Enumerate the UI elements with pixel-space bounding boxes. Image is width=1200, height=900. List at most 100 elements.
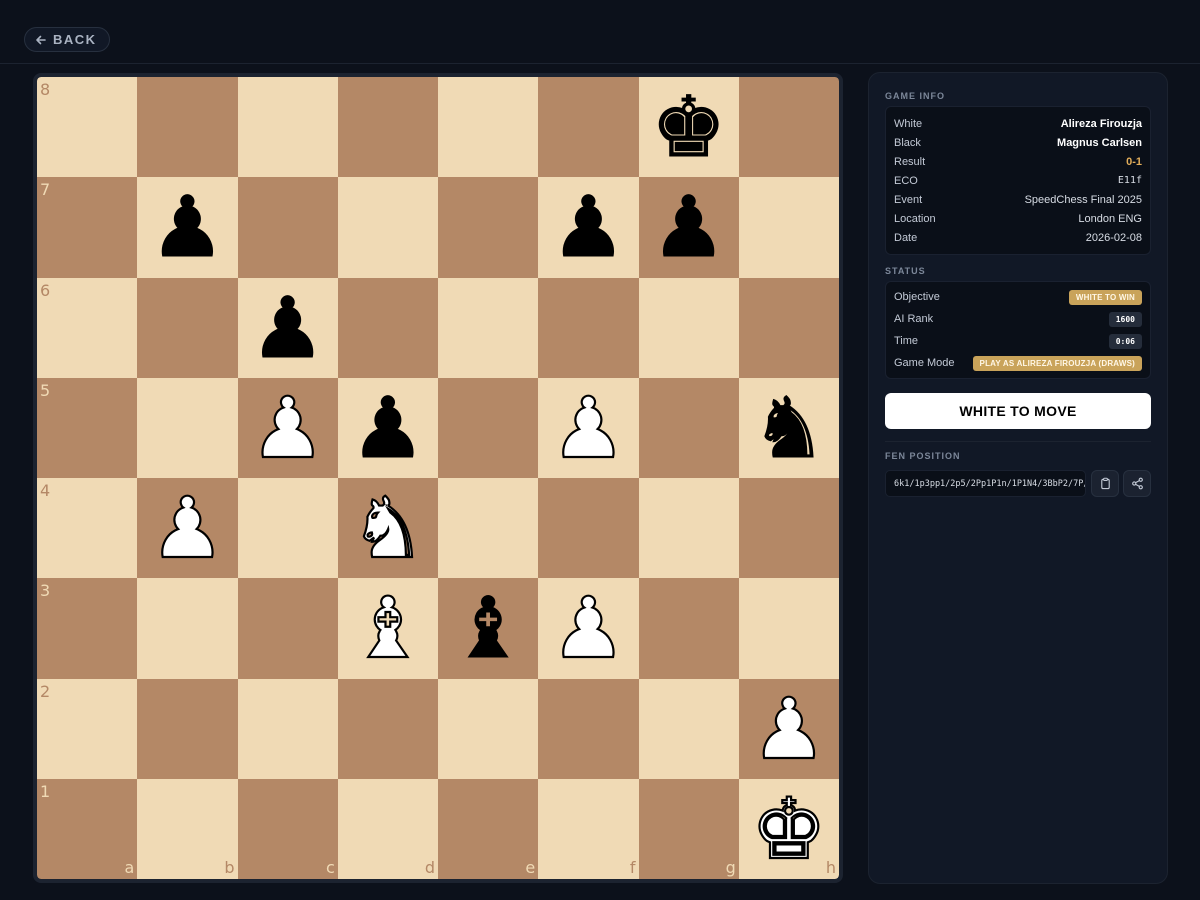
square-a6[interactable]: 6 — [37, 277, 138, 378]
square-b3[interactable] — [137, 578, 238, 679]
square-h6[interactable] — [738, 277, 839, 378]
square-d3[interactable]: ♝ — [337, 578, 438, 679]
square-c8[interactable] — [237, 77, 338, 178]
white-pawn-icon[interactable]: ♟ — [249, 385, 327, 471]
back-label: BACK — [53, 32, 97, 47]
square-b5[interactable] — [137, 377, 238, 478]
square-d6[interactable] — [337, 277, 438, 378]
white-player: Alireza Firouzja — [1060, 117, 1142, 130]
info-key: Location — [894, 212, 936, 225]
turn-indicator-button[interactable]: WHITE TO MOVE — [885, 393, 1151, 429]
square-a7[interactable]: 7 — [37, 177, 138, 278]
white-pawn-icon[interactable]: ♟ — [550, 385, 628, 471]
square-c5[interactable]: ♟ — [237, 377, 338, 478]
square-g2[interactable] — [638, 678, 739, 779]
square-b8[interactable] — [137, 77, 238, 178]
square-g7[interactable]: ♟ — [638, 177, 739, 278]
square-e4[interactable] — [438, 478, 539, 579]
square-f7[interactable]: ♟ — [538, 177, 639, 278]
black-pawn-icon[interactable]: ♟ — [550, 185, 626, 270]
square-c6[interactable]: ♟ — [237, 277, 338, 378]
square-g8[interactable]: ♚ — [638, 77, 739, 178]
square-f1[interactable]: f — [538, 778, 639, 879]
square-b7[interactable]: ♟ — [137, 177, 238, 278]
square-c7[interactable] — [237, 177, 338, 278]
square-b6[interactable] — [137, 277, 238, 378]
square-b4[interactable]: ♟ — [137, 478, 238, 579]
square-f4[interactable] — [538, 478, 639, 579]
white-knight-icon[interactable]: ♞ — [349, 485, 427, 571]
square-a2[interactable]: 2 — [37, 678, 138, 779]
white-pawn-icon[interactable]: ♟ — [750, 686, 828, 772]
square-a8[interactable]: 8 — [37, 77, 138, 178]
status-title: STATUS — [885, 266, 926, 276]
black-knight-icon[interactable]: ♞ — [751, 385, 827, 470]
status-key: Objective — [894, 291, 940, 303]
square-g6[interactable] — [638, 277, 739, 378]
square-d4[interactable]: ♞ — [337, 478, 438, 579]
square-a5[interactable]: 5 — [37, 377, 138, 478]
square-g5[interactable] — [638, 377, 739, 478]
square-h1[interactable]: h ♚ — [738, 778, 839, 879]
square-b1[interactable]: b — [137, 778, 238, 879]
white-bishop-icon[interactable]: ♝ — [349, 585, 427, 671]
square-h3[interactable] — [738, 578, 839, 679]
square-f6[interactable] — [538, 277, 639, 378]
game-mode-badge: PLAY AS ALIREZA FIROUZJA (DRAWS) — [972, 355, 1142, 371]
square-e8[interactable] — [438, 77, 539, 178]
copy-fen-button[interactable] — [1091, 470, 1119, 497]
square-f8[interactable] — [538, 77, 639, 178]
square-c4[interactable] — [237, 478, 338, 579]
square-f5[interactable]: ♟ — [538, 377, 639, 478]
white-king-icon[interactable]: ♚ — [750, 786, 828, 872]
info-row-eco: ECO E11f — [894, 171, 1142, 190]
square-d5[interactable]: ♟ — [337, 377, 438, 478]
status-row-objective: Objective WHITE TO WIN — [894, 286, 1142, 308]
file-label: e — [525, 858, 536, 877]
black-pawn-icon[interactable]: ♟ — [650, 185, 726, 270]
square-e7[interactable] — [438, 177, 539, 278]
square-h4[interactable] — [738, 478, 839, 579]
share-fen-button[interactable] — [1123, 470, 1151, 497]
square-d8[interactable] — [337, 77, 438, 178]
square-g3[interactable] — [638, 578, 739, 679]
square-h2[interactable]: ♟ — [738, 678, 839, 779]
white-pawn-icon[interactable]: ♟ — [550, 585, 628, 671]
status-key: Game Mode — [894, 357, 955, 369]
fen-field[interactable]: 6k1/1p3pp1/2p5/2Pp1P1n/1P1N4/3BbP2/7P/7K… — [885, 470, 1086, 497]
black-pawn-icon[interactable]: ♟ — [350, 385, 426, 470]
square-g1[interactable]: g — [638, 778, 739, 879]
square-h5[interactable]: ♞ — [738, 377, 839, 478]
square-e2[interactable] — [438, 678, 539, 779]
file-label: b — [224, 858, 235, 877]
square-a3[interactable]: 3 — [37, 578, 138, 679]
square-d1[interactable]: d — [337, 778, 438, 879]
square-c3[interactable] — [237, 578, 338, 679]
square-e1[interactable]: e — [438, 778, 539, 879]
black-pawn-icon[interactable]: ♟ — [149, 185, 225, 270]
square-f3[interactable]: ♟ — [538, 578, 639, 679]
square-g4[interactable] — [638, 478, 739, 579]
square-h7[interactable] — [738, 177, 839, 278]
rank-label: 8 — [40, 80, 51, 99]
white-pawn-icon[interactable]: ♟ — [149, 485, 227, 571]
chess-board[interactable]: 8 ♚ 7 ♟ ♟ ♟ 6 ♟ 5 ♟ ♟ ♟ ♞ 4 ♟ ♞ 3 ♝ ♝ ♟ 2 ♟ 1 a b c d e f g h ♚ — [37, 77, 839, 879]
square-h8[interactable] — [738, 77, 839, 178]
black-pawn-icon[interactable]: ♟ — [249, 285, 325, 370]
square-d7[interactable] — [337, 177, 438, 278]
square-b2[interactable] — [137, 678, 238, 779]
square-c2[interactable] — [237, 678, 338, 779]
square-c1[interactable]: c — [237, 778, 338, 879]
square-f2[interactable] — [538, 678, 639, 779]
black-king-icon[interactable]: ♚ — [650, 85, 726, 170]
square-e3[interactable]: ♝ — [438, 578, 539, 679]
square-d2[interactable] — [337, 678, 438, 779]
rank-label: 7 — [40, 180, 51, 200]
black-bishop-icon[interactable]: ♝ — [450, 586, 526, 671]
square-e6[interactable] — [438, 277, 539, 378]
square-a1[interactable]: 1a — [37, 778, 138, 879]
divider — [885, 441, 1151, 442]
back-button[interactable]: BACK — [24, 27, 110, 52]
square-a4[interactable]: 4 — [37, 478, 138, 579]
square-e5[interactable] — [438, 377, 539, 478]
